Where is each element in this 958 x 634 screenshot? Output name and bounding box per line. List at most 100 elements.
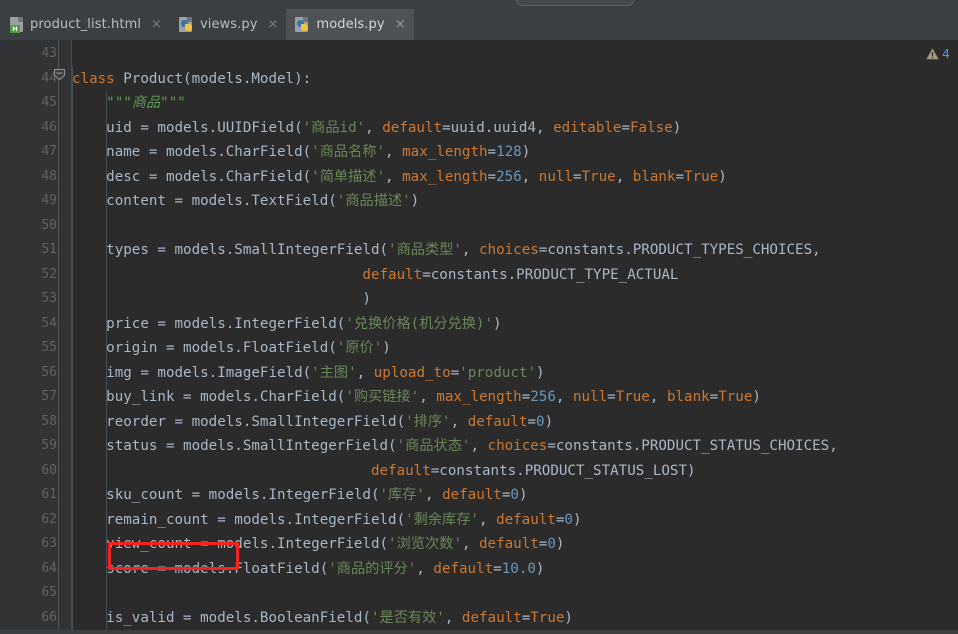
- code-line[interactable]: origin = models.FloatField('原价'): [72, 336, 391, 361]
- code-line[interactable]: default=constants.PRODUCT_TYPE_ACTUAL: [72, 263, 678, 288]
- status-bar-strip: [0, 630, 958, 634]
- code-token: blank: [666, 389, 710, 405]
- code-token: 256: [496, 168, 522, 185]
- editor-tab-models-py[interactable]: models.py ×: [286, 9, 414, 40]
- code-token: default: [362, 266, 423, 283]
- code-token: ): [536, 364, 545, 381]
- code-token: ,: [385, 144, 403, 160]
- code-token: ,: [615, 168, 633, 185]
- code-line[interactable]: name = models.CharField('商品名称', max_leng…: [72, 140, 530, 165]
- code-token: False: [630, 119, 673, 136]
- code-token: =: [450, 364, 460, 381]
- code-token: upload_to: [373, 364, 451, 381]
- code-token: True: [684, 168, 719, 185]
- line-number: 54: [41, 315, 57, 331]
- code-token: =: [621, 119, 630, 136]
- code-token: default: [433, 560, 494, 577]
- code-text-layer[interactable]: class Product(models.Model): """商品""" ui…: [72, 40, 958, 634]
- code-token: ): [544, 413, 554, 430]
- line-number: 58: [41, 413, 57, 429]
- code-token: default: [442, 487, 502, 503]
- code-token: =: [572, 168, 582, 185]
- code-token: '主图': [311, 364, 357, 381]
- code-line[interactable]: uid = models.UUIDField('商品id', default=u…: [72, 116, 681, 141]
- code-line[interactable]: is_valid = models.BooleanField('是否有效', d…: [72, 606, 573, 631]
- close-icon[interactable]: ×: [151, 18, 162, 31]
- fold-collapse-icon[interactable]: [54, 69, 65, 80]
- line-number: 62: [41, 511, 57, 527]
- code-line[interactable]: reorder = models.SmallIntegerField('排序',…: [72, 410, 553, 435]
- code-line[interactable]: types = models.SmallIntegerField('商品类型',…: [72, 238, 821, 263]
- line-number: 46: [41, 119, 57, 135]
- code-token: =: [487, 168, 497, 185]
- code-token: 128: [496, 144, 522, 160]
- code-token: '排序': [405, 413, 451, 430]
- code-line[interactable]: """商品""": [72, 91, 186, 116]
- tab-label: views.py: [199, 17, 258, 32]
- code-token: content = models.TextField(: [72, 193, 337, 209]
- code-line[interactable]: ): [72, 287, 371, 312]
- code-line[interactable]: status = models.SmallIntegerField('商品状态'…: [72, 434, 838, 459]
- code-token: =: [527, 413, 537, 430]
- code-token: max_length: [402, 168, 488, 185]
- code-line[interactable]: default=constants.PRODUCT_STATUS_LOST): [72, 459, 696, 484]
- line-number-gutter[interactable]: 43 44 45 46 47 48 49 50 51 52 53 54 55 56 57 58 59 60 61 62…: [0, 40, 71, 634]
- code-token: '兑换价格(机分兑换)': [345, 315, 494, 332]
- search-everywhere-field[interactable]: [516, 0, 634, 6]
- close-icon[interactable]: ×: [268, 18, 279, 31]
- code-token: ): [493, 315, 502, 332]
- code-token: ,: [424, 487, 443, 503]
- code-token: sku_count = models.IntegerField(: [72, 487, 380, 503]
- code-line[interactable]: content = models.TextField('商品描述'): [72, 189, 419, 214]
- code-token: ,: [365, 119, 383, 136]
- code-line[interactable]: score = models.FloatField('商品的评分', defau…: [72, 557, 544, 582]
- html-file-icon: H: [9, 16, 24, 33]
- code-token: ,: [478, 511, 497, 528]
- line-number: 56: [41, 364, 57, 380]
- code-token: 0: [564, 511, 573, 528]
- inspection-status[interactable]: 4: [926, 46, 950, 61]
- code-token: ,: [416, 560, 434, 577]
- line-number: 66: [41, 609, 57, 625]
- code-token: ,: [419, 389, 437, 405]
- code-token: '剩余库存': [405, 511, 479, 528]
- code-token: =: [675, 168, 685, 185]
- code-token: 10.0: [501, 560, 536, 577]
- code-line[interactable]: sku_count = models.IntegerField('库存', de…: [72, 483, 527, 508]
- code-token: null: [572, 389, 608, 405]
- editor-tab-views-py[interactable]: views.py ×: [170, 9, 287, 40]
- code-token: =constants.PRODUCT_STATUS_CHOICES,: [547, 438, 838, 454]
- code-token: =: [487, 144, 497, 160]
- code-token: blank: [632, 168, 676, 185]
- code-line[interactable]: view_count = models.IntegerField('浏览次数',…: [72, 532, 564, 557]
- close-icon[interactable]: ×: [395, 18, 406, 31]
- code-token: True: [615, 389, 650, 405]
- editor-tab-product-list-html[interactable]: Hproduct_list.html ×: [0, 9, 170, 40]
- code-token: ): [672, 119, 682, 136]
- code-token: choices: [487, 438, 548, 454]
- code-line[interactable]: price = models.IntegerField('兑换价格(机分兑换)'…: [72, 312, 502, 337]
- code-token: ,: [649, 389, 667, 405]
- code-token: ,: [385, 168, 403, 185]
- code-line[interactable]: img = models.ImageField('主图', upload_to=…: [72, 361, 545, 386]
- code-token: ,: [461, 242, 479, 258]
- code-token: '商品类型': [388, 242, 462, 258]
- code-editor[interactable]: 43 44 45 46 47 48 49 50 51 52 53 54 55 56 57 58 59 60 61 62…: [0, 40, 958, 634]
- editor-tab-bar: Hproduct_list.html × views.py × models.py ×: [0, 9, 958, 40]
- code-token: '原价': [336, 340, 383, 356]
- code-line[interactable]: desc = models.CharField('简单描述', max_leng…: [72, 165, 727, 190]
- code-token: '简单描述': [311, 168, 386, 185]
- code-line[interactable]: buy_link = models.CharField('购买链接', max_…: [72, 385, 761, 410]
- line-number: 63: [41, 536, 57, 551]
- code-token: ,: [555, 389, 573, 405]
- code-line[interactable]: remain_count = models.IntegerField('剩余库存…: [72, 508, 581, 533]
- code-line[interactable]: class Product(models.Model):: [72, 67, 311, 92]
- code-token: 0: [536, 413, 545, 430]
- code-token: True: [530, 609, 565, 626]
- code-token: 256: [530, 389, 556, 405]
- code-token: 'product': [459, 364, 537, 381]
- code-token: """商品""": [106, 95, 186, 111]
